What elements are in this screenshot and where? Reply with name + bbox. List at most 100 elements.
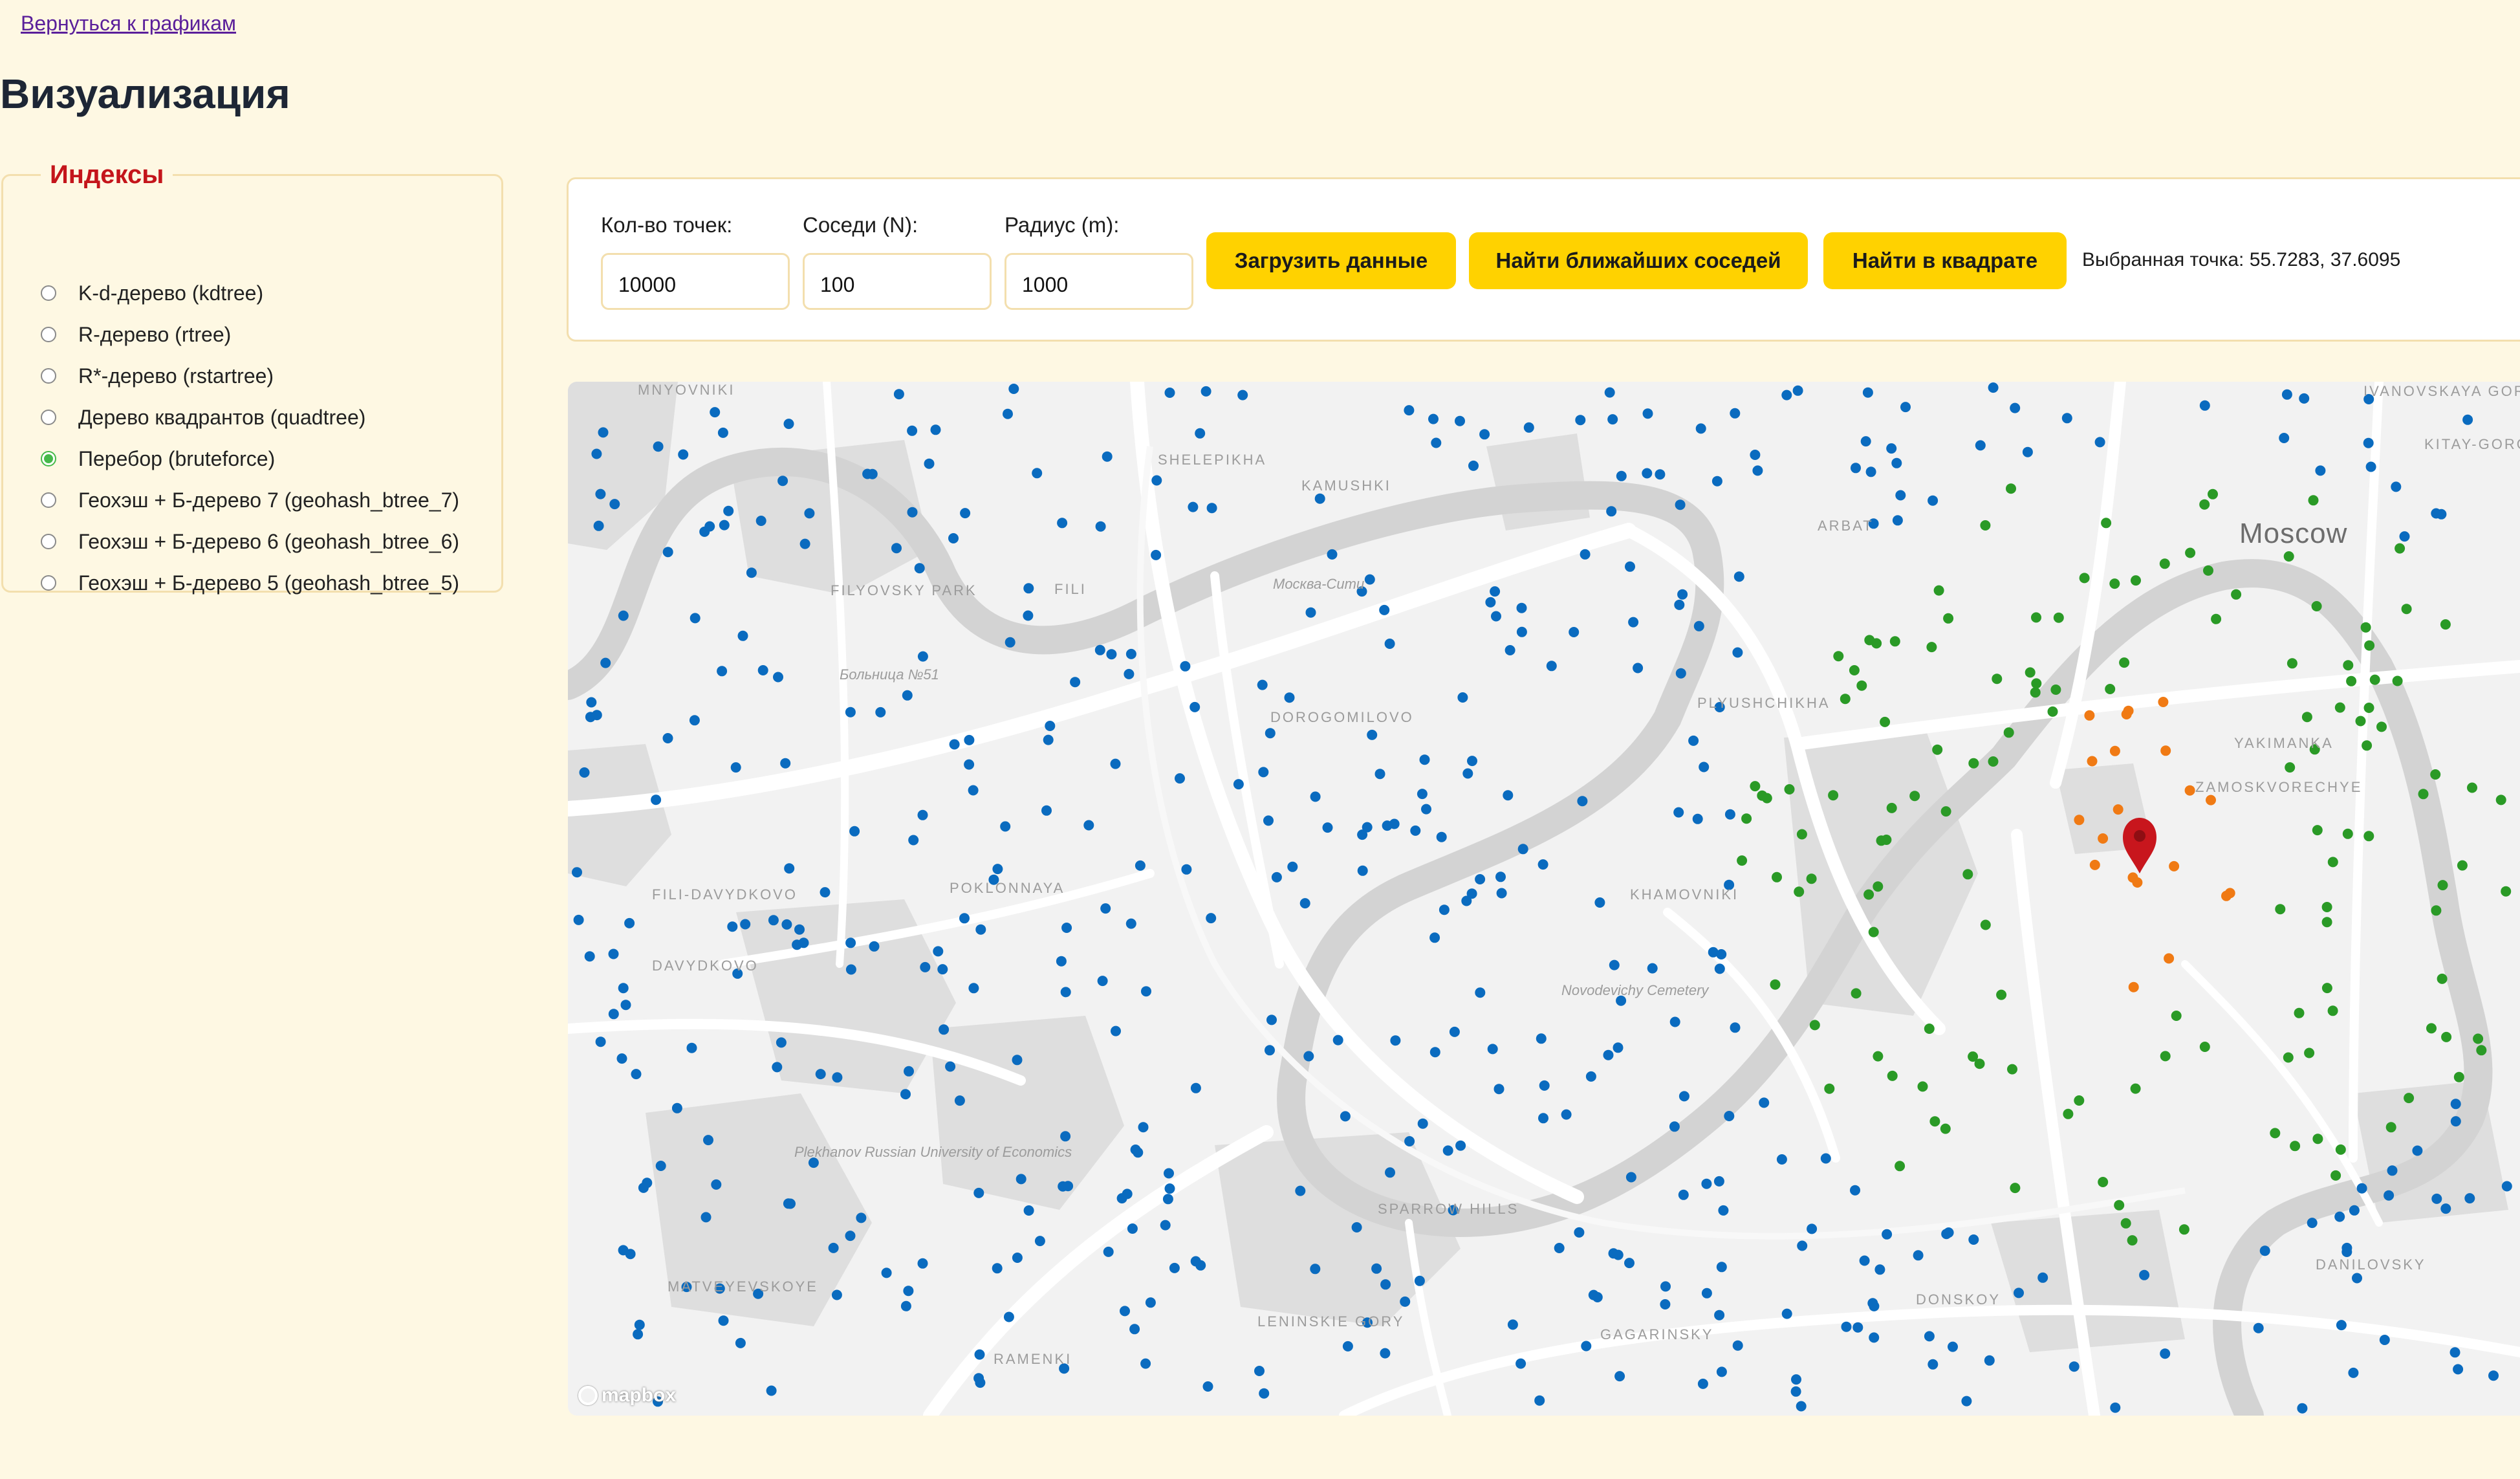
back-to-charts-link[interactable]: Вернуться к графикам	[21, 12, 236, 36]
map-point	[2467, 782, 2477, 793]
find-in-square-button[interactable]: Найти в квадрате	[1823, 232, 2067, 289]
map-point	[633, 1329, 644, 1340]
map-point	[1169, 1262, 1180, 1273]
map-district-label: DANILOVSKY	[2316, 1256, 2426, 1273]
map-point	[608, 948, 619, 959]
map-point	[689, 715, 700, 726]
index-option[interactable]: Геохэш + Б-дерево 5 (geohash_btree_5)	[41, 562, 459, 604]
map-point	[1125, 648, 1136, 659]
map-point	[678, 449, 689, 460]
map-point	[671, 1102, 682, 1113]
map-point	[2110, 1402, 2121, 1413]
map-point	[2363, 703, 2374, 713]
index-radio-button[interactable]	[41, 327, 56, 342]
index-option[interactable]: Перебор (bruteforce)	[41, 438, 459, 479]
map-point	[2030, 687, 2041, 698]
points-count-input[interactable]: 10000	[601, 253, 790, 310]
map-point	[2341, 1247, 2352, 1257]
map-point	[1495, 871, 1506, 882]
map-point	[1140, 1358, 1151, 1369]
map-point	[924, 458, 935, 469]
map-point	[1886, 443, 1897, 454]
map-point	[2391, 481, 2402, 492]
map-point	[2315, 465, 2326, 476]
map-district-label: KAMUSHKI	[1301, 477, 1391, 494]
map-point	[1988, 756, 1999, 767]
neighbors-input[interactable]: 100	[803, 253, 992, 310]
selected-point-marker[interactable]	[2123, 818, 2156, 873]
index-radio-button[interactable]	[41, 534, 56, 549]
map-point	[2441, 1031, 2452, 1042]
map-point	[2364, 640, 2375, 651]
map-point	[2169, 860, 2180, 871]
index-radio-button[interactable]	[41, 368, 56, 384]
map-point	[2501, 886, 2512, 897]
map-point	[2343, 660, 2354, 671]
map-point	[891, 543, 902, 554]
index-radio-button[interactable]	[41, 575, 56, 591]
find-neighbors-button[interactable]: Найти ближайших соседей	[1469, 232, 1808, 289]
map-point	[1189, 701, 1200, 712]
index-option[interactable]: R*-дерево (rstartree)	[41, 355, 459, 397]
mapbox-attribution[interactable]: mapbox	[578, 1385, 676, 1407]
map-point	[2283, 1052, 2294, 1063]
map-point	[625, 1249, 636, 1260]
map-point	[2395, 543, 2406, 554]
map-point	[974, 1349, 985, 1360]
map-point	[1889, 636, 1900, 647]
map-point	[1111, 1025, 1121, 1036]
map-point	[2199, 1042, 2210, 1052]
map-canvas[interactable]	[568, 382, 2520, 1416]
map-point	[1129, 1324, 1140, 1335]
map-point	[2450, 1116, 2461, 1127]
index-radio-button[interactable]	[41, 285, 56, 301]
index-radio-button[interactable]	[41, 492, 56, 508]
index-radio-button[interactable]	[41, 451, 56, 466]
map-point	[1772, 871, 1782, 882]
map-point	[2279, 433, 2290, 443]
map-point	[746, 567, 757, 578]
map-point	[930, 424, 941, 435]
map-point	[2352, 1273, 2362, 1284]
map-point	[1094, 644, 1105, 655]
map[interactable]: Moscow MNYOVNIKI SHELEPIKHA KAMUSHKI FIL…	[568, 382, 2520, 1416]
map-point	[1421, 804, 1431, 815]
map-point	[1175, 773, 1185, 784]
map-point	[1781, 389, 1792, 400]
map-district-label: MNYOVNIKI	[638, 382, 735, 398]
index-option[interactable]: Геохэш + Б-дерево 7 (geohash_btree_7)	[41, 479, 459, 521]
map-point	[2321, 917, 2332, 928]
map-point	[1859, 1255, 1870, 1266]
map-point	[1841, 1321, 1852, 1332]
neighbors-label: Соседи (N):	[803, 213, 918, 237]
map-point	[1429, 932, 1440, 943]
index-radio-button[interactable]	[41, 410, 56, 425]
map-point	[2101, 518, 2112, 529]
index-option[interactable]: K-d-дерево (kdtree)	[41, 272, 459, 314]
index-option[interactable]: R-дерево (rtree)	[41, 314, 459, 355]
map-point	[1124, 668, 1135, 679]
map-point	[2404, 1093, 2415, 1104]
map-point	[1164, 1168, 1174, 1179]
map-point	[1164, 1183, 1175, 1194]
index-option[interactable]: Дерево квадрантов (quadtree)	[41, 397, 459, 438]
map-point	[653, 441, 664, 452]
map-point	[1487, 1044, 1498, 1055]
radius-input[interactable]: 1000	[1005, 253, 1193, 310]
map-point	[2221, 890, 2232, 901]
map-point	[1577, 796, 1588, 807]
map-point	[2450, 1099, 2461, 1110]
map-point	[1181, 864, 1192, 875]
load-data-button[interactable]: Загрузить данные	[1206, 232, 1456, 289]
map-point	[1580, 549, 1591, 560]
map-point	[1603, 1049, 1614, 1060]
map-point	[1327, 549, 1338, 560]
map-point	[1180, 661, 1191, 672]
index-option[interactable]: Геохэш + Б-дерево 6 (geohash_btree_6)	[41, 521, 459, 562]
map-point	[1479, 429, 1490, 440]
map-point	[832, 1072, 843, 1083]
map-point	[2109, 578, 2120, 589]
map-point	[701, 1212, 711, 1223]
map-point	[1233, 779, 1244, 790]
map-point	[1516, 626, 1527, 637]
